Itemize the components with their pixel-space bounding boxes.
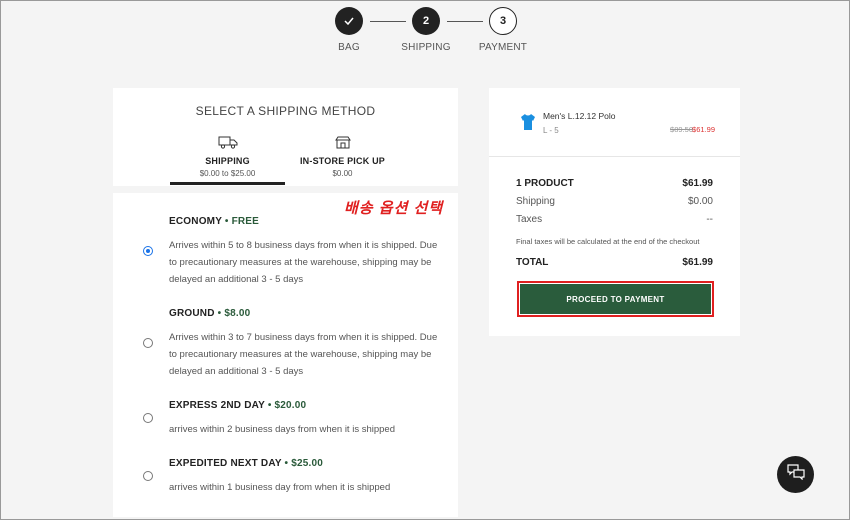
option-description: arrives within 2 business days from when… (169, 424, 395, 435)
summary-shipping-row: Shipping $0.00 (516, 196, 713, 207)
divider (489, 156, 740, 157)
option-radio[interactable] (143, 471, 153, 481)
step-shipping: 2 SHIPPING (396, 7, 456, 53)
shipping-method-panel: SELECT A SHIPPING METHOD SHIPPING $0.00 … (113, 88, 458, 186)
annotation-label: 배송 옵션 선택 (344, 200, 444, 217)
option-radio[interactable] (143, 246, 153, 256)
summary-taxes-row: Taxes -- (516, 214, 713, 225)
proceed-highlight: PROCEED TO PAYMENT (517, 281, 714, 317)
option-name: ECONOMY (169, 216, 222, 227)
option-title: EXPRESS 2ND DAY • $20.00 (169, 400, 306, 411)
step-bag[interactable]: BAG (319, 7, 379, 53)
step-label: BAG (338, 42, 360, 53)
option-description: Arrives within 5 to 8 business days from… (169, 240, 438, 285)
summary-label: Taxes (516, 214, 543, 225)
option-price: $20.00 (274, 400, 307, 411)
product-item[interactable]: Men's L.12.12 Polo L - 5 $89.50 $61.99 (515, 110, 715, 140)
shipping-options-panel: ECONOMY • FREE Arrives within 5 to 8 bus… (113, 193, 458, 517)
option-name: GROUND (169, 308, 215, 319)
option-separator: • (267, 400, 272, 411)
step-number: 3 (489, 7, 517, 35)
summary-product-count-row: 1 PRODUCT $61.99 (516, 178, 713, 189)
option-title: ECONOMY • FREE (169, 216, 259, 227)
product-size: L - 5 (543, 126, 559, 135)
summary-value: $0.00 (687, 196, 713, 207)
proceed-to-payment-button[interactable]: PROCEED TO PAYMENT (520, 284, 711, 314)
option-radio[interactable] (143, 338, 153, 348)
summary-value: -- (706, 214, 713, 225)
summary-label: Shipping (516, 196, 555, 207)
step-label: PAYMENT (478, 42, 528, 53)
product-new-price: $61.99 (692, 125, 715, 134)
tab-name: IN-STORE PICK UP (299, 156, 386, 166)
truck-icon (170, 136, 285, 150)
chat-bubbles-icon (786, 464, 805, 485)
option-description: Arrives within 3 to 7 business days from… (169, 332, 438, 377)
product-name: Men's L.12.12 Polo (543, 111, 616, 121)
tab-in-store-pickup[interactable]: IN-STORE PICK UP $0.00 (285, 136, 400, 178)
summary-value: $61.99 (682, 257, 713, 268)
checkout-stepper: BAG 2 SHIPPING 3 PAYMENT (1, 7, 850, 57)
summary-total-row: TOTAL $61.99 (516, 257, 713, 268)
step-payment: 3 PAYMENT (473, 7, 533, 53)
option-separator: • (284, 458, 289, 469)
option-radio[interactable] (143, 413, 153, 423)
tab-name: SHIPPING (205, 156, 250, 166)
polo-shirt-icon (519, 113, 537, 136)
step-number: 2 (412, 7, 440, 35)
summary-label: TOTAL (516, 257, 549, 268)
option-price: $8.00 (224, 308, 251, 319)
tab-price: $0.00 to $25.00 (199, 169, 256, 178)
product-old-price: $89.50 (670, 125, 693, 134)
store-icon (285, 136, 400, 150)
option-separator: • (224, 216, 229, 227)
tax-note-text: Final taxes will be calculated at the en… (516, 237, 700, 246)
option-price: FREE (231, 216, 260, 227)
option-separator: • (217, 308, 222, 319)
summary-tax-note: Final taxes will be calculated at the en… (516, 237, 713, 246)
shipping-method-title: SELECT A SHIPPING METHOD (195, 104, 376, 118)
step-label: SHIPPING (401, 42, 451, 53)
option-description: arrives within 1 business day from when … (169, 482, 391, 493)
option-name: EXPEDITED NEXT DAY (169, 458, 282, 469)
summary-label: 1 PRODUCT (516, 178, 574, 189)
option-name: EXPRESS 2ND DAY (169, 400, 265, 411)
tab-price: $0.00 (332, 169, 353, 178)
tab-shipping[interactable]: SHIPPING $0.00 to $25.00 (170, 136, 285, 178)
chat-button[interactable] (777, 456, 814, 493)
option-title: GROUND • $8.00 (169, 308, 250, 319)
order-summary-panel: Men's L.12.12 Polo L - 5 $89.50 $61.99 1… (489, 88, 740, 336)
summary-value: $61.99 (682, 178, 713, 189)
option-price: $25.00 (291, 458, 323, 469)
option-title: EXPEDITED NEXT DAY • $25.00 (169, 458, 323, 469)
tab-selected-indicator (170, 182, 285, 185)
checkmark-icon (335, 7, 363, 35)
